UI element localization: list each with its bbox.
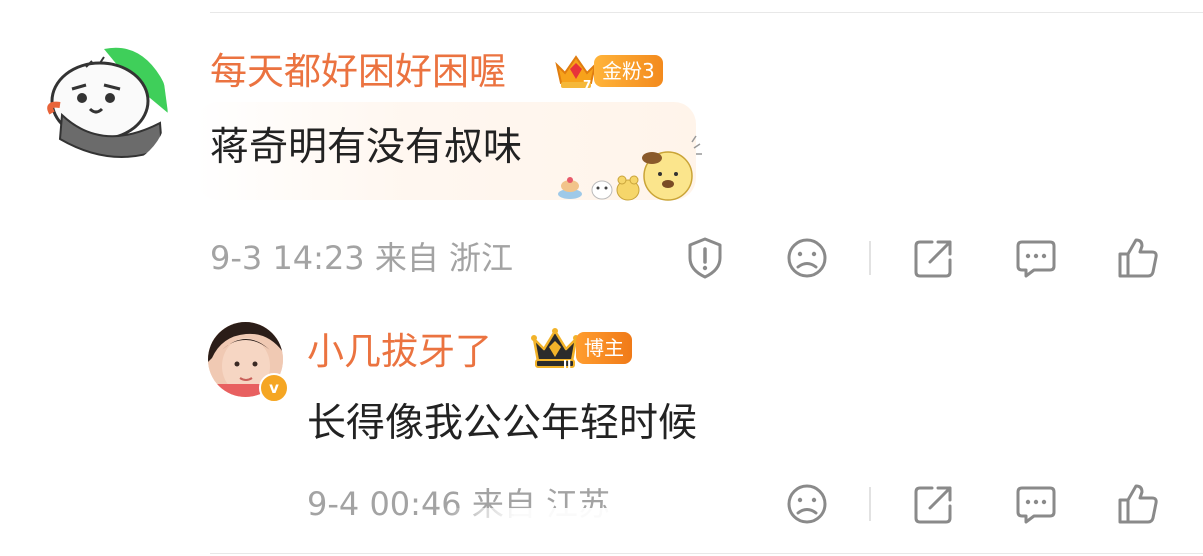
crown-icon: 7: [555, 55, 597, 91]
svg-text:7: 7: [583, 78, 591, 91]
dislike-icon[interactable]: [785, 482, 829, 526]
verified-badge-icon: v: [259, 373, 289, 403]
fan-level-badge: 金粉3: [594, 55, 663, 87]
top-divider: [210, 12, 1203, 13]
timestamp: 9-4 00:46: [307, 485, 462, 523]
bottom-divider: [210, 553, 1203, 554]
share-icon[interactable]: [912, 482, 956, 526]
comment-text: 长得像我公公年轻时候: [307, 401, 698, 446]
svg-text:II: II: [563, 358, 571, 369]
action-separator: [869, 241, 871, 275]
report-icon[interactable]: [683, 236, 727, 280]
comment-meta: 9-3 14:23 来自 浙江: [210, 239, 513, 277]
dislike-icon[interactable]: [785, 236, 829, 280]
crown-icon: II: [531, 328, 579, 369]
username[interactable]: 小几拔牙了: [307, 330, 492, 374]
share-icon[interactable]: [912, 236, 956, 280]
comment-text: 蒋奇明有没有叔味: [210, 125, 523, 170]
watermark-overlay: [440, 508, 740, 556]
cartoon-avatar-image: [42, 43, 168, 169]
blogger-badge: 博主: [576, 332, 632, 364]
username[interactable]: 每天都好困好困喔: [210, 50, 506, 94]
avatar[interactable]: [42, 43, 168, 169]
like-icon[interactable]: [1116, 236, 1160, 280]
comment-icon[interactable]: [1014, 236, 1058, 280]
like-icon[interactable]: [1116, 482, 1160, 526]
sticker-decoration-icon: [558, 135, 702, 201]
timestamp: 9-3 14:23: [210, 239, 365, 277]
location: 来自 浙江: [374, 239, 514, 277]
comment-icon[interactable]: [1014, 482, 1058, 526]
action-separator: [869, 487, 871, 521]
